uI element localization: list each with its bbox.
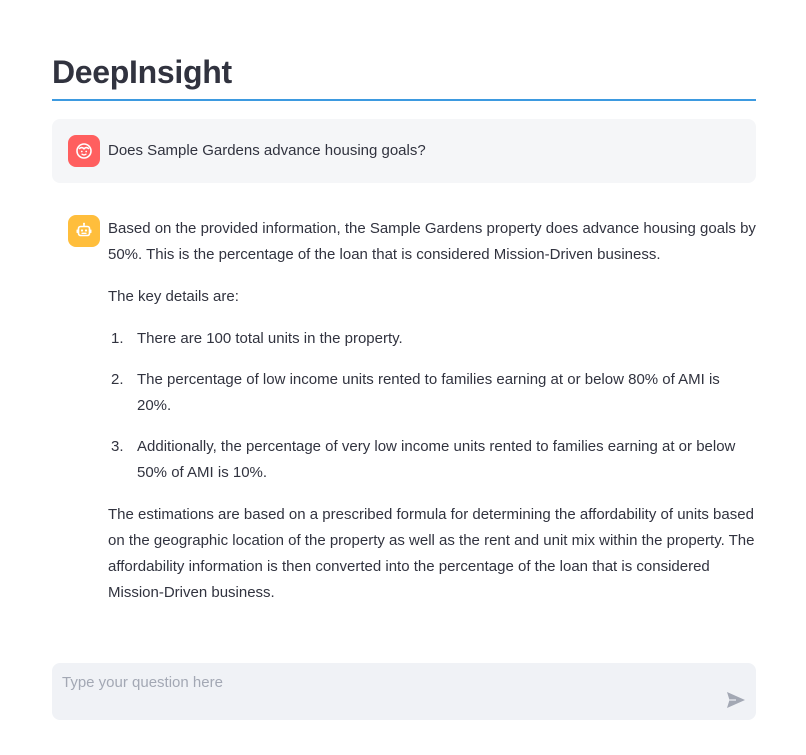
send-icon [727,692,745,708]
list-item-text: The percentage of low income units rente… [137,371,720,414]
assistant-conclusion: The estimations are based on a prescribe… [108,506,755,601]
user-message-text: Does Sample Gardens advance housing goal… [108,142,426,159]
title-divider [52,99,756,101]
list-item-number: 3. [111,438,124,455]
list-item-number: 1. [111,330,124,347]
user-message: Does Sample Gardens advance housing goal… [52,119,756,183]
page-title: DeepInsight [52,54,232,90]
chat-input-container [52,663,756,720]
list-item-text: There are 100 total units in the propert… [137,330,403,347]
assistant-intro: Based on the provided information, the S… [108,220,756,263]
user-face-icon [68,135,100,167]
chat-input[interactable] [52,663,712,720]
assistant-details-list: 1. There are 100 total units in the prop… [108,326,758,486]
list-item: 2. The percentage of low income units re… [108,367,758,419]
app-root: DeepInsight Does Sample Gardens advance … [0,0,806,755]
list-item: 1. There are 100 total units in the prop… [108,326,758,352]
list-item-number: 2. [111,371,124,388]
assistant-details-heading: The key details are: [108,288,239,305]
robot-icon [68,215,100,247]
assistant-message: Based on the provided information, the S… [108,216,758,622]
list-item: 3. Additionally, the percentage of very … [108,434,758,486]
send-button[interactable] [724,689,748,711]
list-item-text: Additionally, the percentage of very low… [137,438,736,481]
